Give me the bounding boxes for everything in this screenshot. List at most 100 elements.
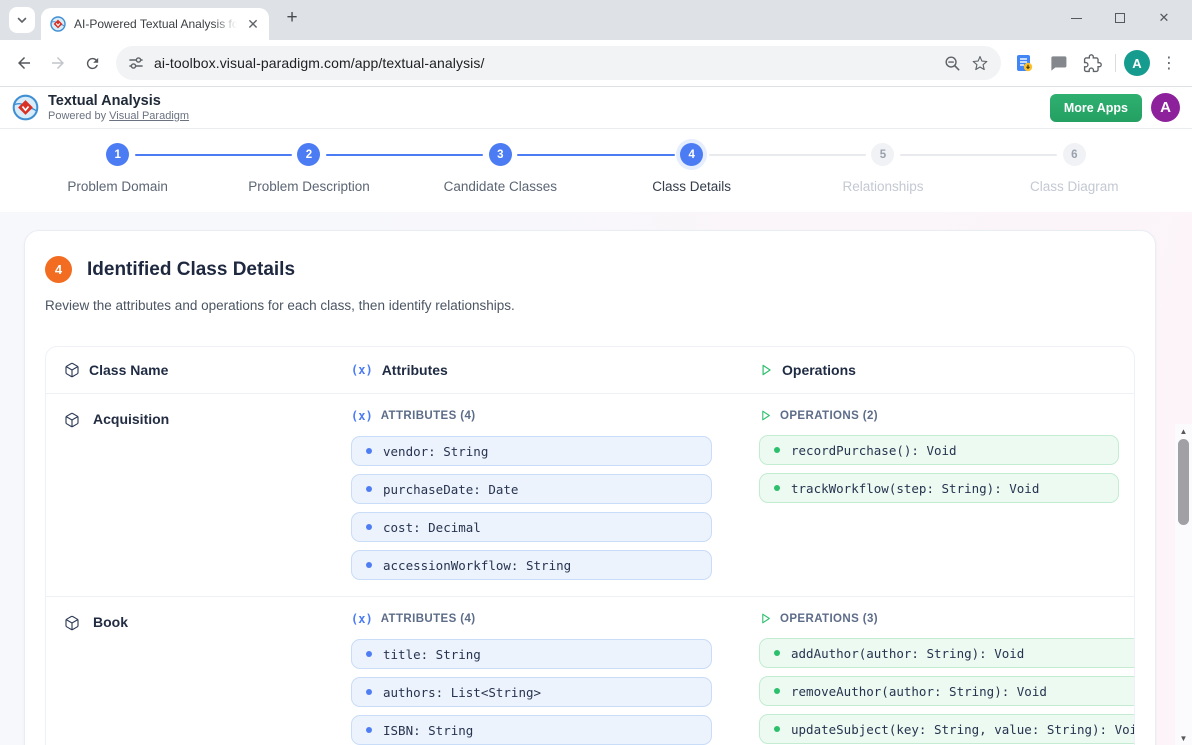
chip-text: updateSubject(key: String, value: String… <box>791 722 1135 737</box>
powered-by: Powered by Visual Paradigm <box>48 110 189 123</box>
operations-count-label: OPERATIONS (3) <box>780 613 878 625</box>
step-number: 1 <box>106 143 129 166</box>
stepper-step[interactable]: 2 Problem Description <box>213 143 404 209</box>
tab-search-button[interactable] <box>9 7 35 33</box>
attribute-chip[interactable]: purchaseDate: Date <box>351 474 712 504</box>
bullet-dot <box>366 524 372 530</box>
operations-section-label: OPERATIONS (2) <box>759 409 1119 422</box>
chip-text: authors: List<String> <box>383 685 541 700</box>
operation-chip[interactable]: removeAuthor(author: String): Void <box>759 676 1135 706</box>
step-label: Relationships <box>842 179 923 194</box>
operation-chip[interactable]: updateSubject(key: String, value: String… <box>759 714 1135 744</box>
user-avatar[interactable]: A <box>1151 93 1180 122</box>
step-label: Class Diagram <box>1030 179 1119 194</box>
chip-text: purchaseDate: Date <box>383 482 518 497</box>
zoom-out-icon[interactable] <box>944 55 961 72</box>
chip-text: recordPurchase(): Void <box>791 443 957 458</box>
extensions-puzzle-icon <box>1083 54 1102 73</box>
attribute-chip[interactable]: authors: List<String> <box>351 677 712 707</box>
minimize-button[interactable] <box>1054 3 1098 33</box>
column-operations: Operations <box>741 347 1134 393</box>
maximize-button[interactable] <box>1098 3 1142 33</box>
chip-text: addAuthor(author: String): Void <box>791 646 1024 661</box>
new-tab-button[interactable]: + <box>279 5 305 31</box>
minimize-icon <box>1071 18 1082 19</box>
bullet-dot <box>366 562 372 568</box>
step-label: Class Details <box>652 179 731 194</box>
visual-paradigm-logo <box>12 94 39 121</box>
attribute-chip[interactable]: vendor: String <box>351 436 712 466</box>
browser-menu-button[interactable]: ⋮ <box>1154 48 1184 78</box>
attributes-section-label: (x) ATTRIBUTES (4) <box>351 409 712 423</box>
browser-tabstrip: AI-Powered Textual Analysis for ✕ + ✕ <box>0 0 1192 40</box>
document-download-icon <box>1014 53 1034 73</box>
section-step-badge: 4 <box>45 256 72 283</box>
tab-close-icon[interactable]: ✕ <box>245 16 261 32</box>
chevron-down-icon <box>16 14 28 26</box>
class-name: Book <box>93 614 128 630</box>
scroll-up-icon[interactable]: ▲ <box>1180 424 1188 438</box>
browser-profile-avatar[interactable]: A <box>1124 50 1150 76</box>
class-table: Class Name (x) Attributes Operations Acq… <box>45 346 1135 745</box>
attribute-chip[interactable]: accessionWorkflow: String <box>351 550 712 580</box>
attribute-chip[interactable]: ISBN: String <box>351 715 712 745</box>
bullet-dot <box>774 650 780 656</box>
page-scrollbar[interactable]: ▲ ▼ <box>1175 424 1192 745</box>
attribute-chip[interactable]: cost: Decimal <box>351 512 712 542</box>
chip-text: removeAuthor(author: String): Void <box>791 684 1047 699</box>
page-title: Identified Class Details <box>87 259 295 281</box>
maximize-icon <box>1115 13 1125 23</box>
class-details-card: 4 Identified Class Details Review the at… <box>24 230 1156 745</box>
class-name: Acquisition <box>93 411 169 427</box>
more-apps-button[interactable]: More Apps <box>1050 94 1142 122</box>
chip-text: accessionWorkflow: String <box>383 558 571 573</box>
step-number: 4 <box>680 143 703 166</box>
site-settings-icon[interactable] <box>128 55 144 71</box>
toolbar-separator <box>1115 54 1116 72</box>
stepper-step[interactable]: 5 Relationships <box>787 143 978 209</box>
attribute-chip[interactable]: title: String <box>351 639 712 669</box>
bookmark-star-icon[interactable] <box>971 54 989 72</box>
window-controls: ✕ <box>1054 0 1186 36</box>
scrollbar-thumb[interactable] <box>1178 439 1189 525</box>
refresh-button[interactable] <box>76 47 108 79</box>
stepper-step[interactable]: 4 Class Details <box>596 143 787 209</box>
reading-mode-button[interactable] <box>1009 48 1039 78</box>
forward-button[interactable] <box>42 47 74 79</box>
bullet-dot <box>366 486 372 492</box>
scroll-down-icon[interactable]: ▼ <box>1180 731 1188 745</box>
play-icon <box>759 363 773 377</box>
stepper-step[interactable]: 6 Class Diagram <box>979 143 1170 209</box>
attributes-section-label: (x) ATTRIBUTES (4) <box>351 612 712 626</box>
comment-button[interactable] <box>1043 48 1073 78</box>
table-row: Acquisition (x) ATTRIBUTES (4) vendor: S… <box>46 394 1134 597</box>
app-title: Textual Analysis <box>48 93 189 110</box>
column-class-name: Class Name <box>46 347 333 393</box>
chip-text: title: String <box>383 647 481 662</box>
operations-section-label: OPERATIONS (3) <box>759 612 1135 625</box>
app-header: Textual Analysis Powered by Visual Parad… <box>0 87 1192 129</box>
refresh-icon <box>84 55 101 72</box>
bullet-dot <box>366 651 372 657</box>
toolbar-extensions-area: A ⋮ <box>1009 48 1184 78</box>
browser-tab[interactable]: AI-Powered Textual Analysis for ✕ <box>41 8 269 40</box>
url-text[interactable]: ai-toolbox.visual-paradigm.com/app/textu… <box>154 55 934 71</box>
visual-paradigm-favicon <box>50 16 66 32</box>
back-button[interactable] <box>8 47 40 79</box>
play-icon <box>759 612 772 625</box>
chip-text: ISBN: String <box>383 723 473 738</box>
stepper-step[interactable]: 3 Candidate Classes <box>405 143 596 209</box>
chip-text: vendor: String <box>383 444 488 459</box>
attributes-count-label: ATTRIBUTES (4) <box>381 613 476 625</box>
stepper-step[interactable]: 1 Problem Domain <box>22 143 213 209</box>
operation-chip[interactable]: addAuthor(author: String): Void <box>759 638 1135 668</box>
operation-chip[interactable]: trackWorkflow(step: String): Void <box>759 473 1119 503</box>
extensions-button[interactable] <box>1077 48 1107 78</box>
visual-paradigm-link[interactable]: Visual Paradigm <box>109 110 189 122</box>
close-button[interactable]: ✕ <box>1142 3 1186 33</box>
operation-chip[interactable]: recordPurchase(): Void <box>759 435 1119 465</box>
tab-title: AI-Powered Textual Analysis for <box>74 17 237 31</box>
page-content: 4 Identified Class Details Review the at… <box>0 212 1192 745</box>
browser-toolbar: ai-toolbox.visual-paradigm.com/app/textu… <box>0 40 1192 86</box>
url-bar[interactable]: ai-toolbox.visual-paradigm.com/app/textu… <box>116 46 1001 80</box>
